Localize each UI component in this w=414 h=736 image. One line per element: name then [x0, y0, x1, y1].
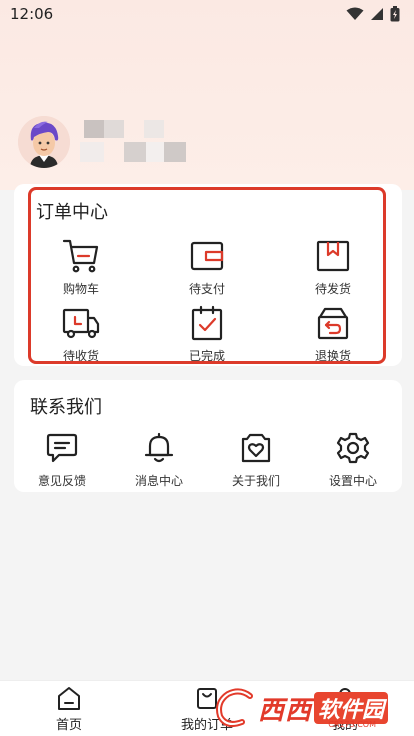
order-item-pending-payment[interactable]: 待支付	[162, 236, 252, 297]
status-time: 12:06	[10, 5, 54, 23]
heart-badge-icon	[236, 428, 276, 468]
contact-item-settings[interactable]: 设置中心	[308, 428, 398, 489]
gear-icon	[333, 428, 373, 468]
user-name-blurred	[80, 120, 190, 165]
signal-icon	[371, 8, 383, 20]
home-icon	[58, 687, 80, 710]
truck-icon	[61, 303, 101, 343]
contact-item-label: 消息中心	[134, 474, 183, 488]
order-item-label: 已完成	[188, 349, 225, 363]
order-item-label: 退换货	[314, 349, 351, 363]
order-item-completed[interactable]: 已完成	[162, 303, 252, 364]
contact-item-label: 设置中心	[328, 474, 377, 488]
watermark-logo-icon	[216, 688, 253, 727]
contact-title: 联系我们	[30, 397, 102, 418]
contact-item-feedback[interactable]: 意见反馈	[17, 428, 107, 489]
tab-home[interactable]: 首页	[24, 684, 114, 733]
order-item-cart[interactable]: 购物车	[36, 236, 126, 297]
contact-item-about[interactable]: 关于我们	[211, 428, 301, 489]
watermark-brand: 西西	[258, 695, 313, 726]
user-profile[interactable]	[18, 116, 70, 168]
order-item-returns[interactable]: 退换货	[288, 303, 378, 364]
battery-icon	[390, 6, 400, 22]
site-watermark: 西西 软件园 CR173.COM	[212, 684, 412, 732]
wallet-icon	[187, 236, 227, 276]
clipboard-check-icon	[187, 303, 227, 343]
cart-icon	[61, 236, 101, 276]
package-icon	[313, 236, 353, 276]
feedback-icon	[42, 428, 82, 468]
order-item-pending-receipt[interactable]: 待收货	[36, 303, 126, 364]
watermark-url: CR173.COM	[328, 720, 376, 729]
order-item-pending-shipment[interactable]: 待发货	[288, 236, 378, 297]
order-item-label: 待支付	[188, 282, 225, 296]
wifi-icon	[346, 7, 364, 20]
order-item-label: 待收货	[62, 349, 99, 363]
order-center-title: 订单中心	[36, 202, 108, 223]
contact-item-label: 关于我们	[231, 474, 280, 488]
status-bar: 12:06	[0, 0, 414, 28]
bell-icon	[139, 428, 179, 468]
order-item-label: 待发货	[314, 282, 351, 296]
order-item-label: 购物车	[62, 282, 99, 296]
contact-item-messages[interactable]: 消息中心	[114, 428, 204, 489]
contact-item-label: 意见反馈	[37, 474, 86, 488]
tab-label: 首页	[55, 718, 82, 733]
avatar[interactable]	[18, 116, 70, 168]
return-box-icon	[313, 303, 353, 343]
